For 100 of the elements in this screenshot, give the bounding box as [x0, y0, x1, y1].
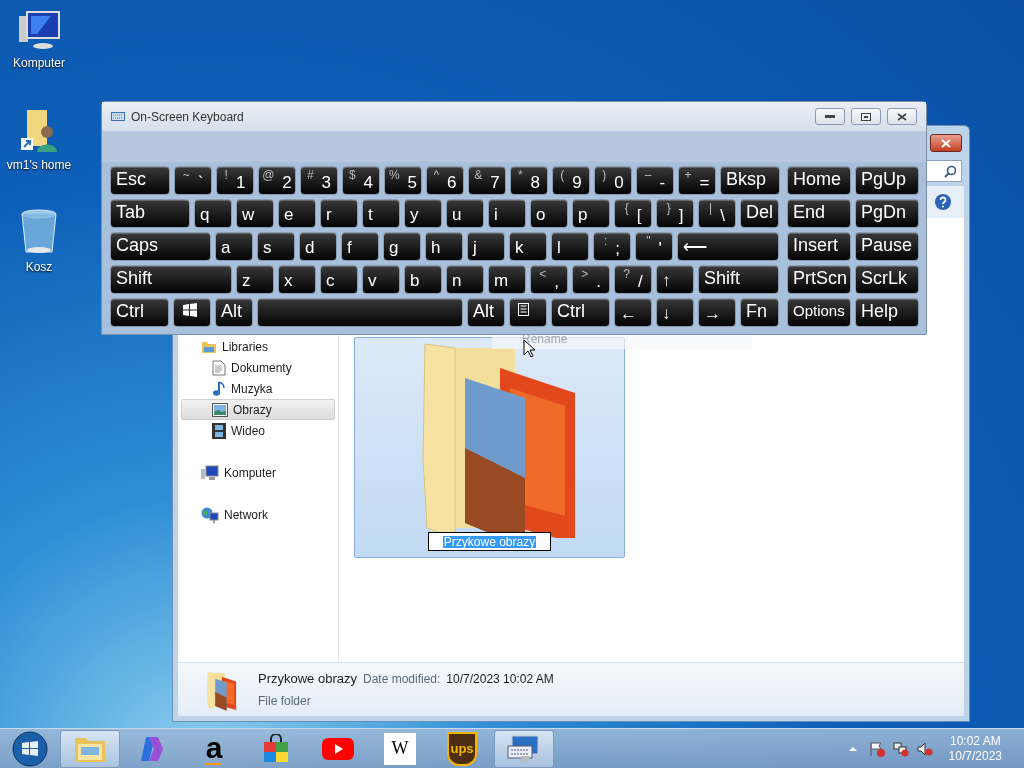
keyboard-key[interactable]: Tab	[110, 199, 190, 228]
keyboard-key[interactable]: e	[278, 199, 316, 228]
keyboard-key[interactable]: – -	[636, 166, 674, 195]
keyboard-key[interactable]: # 3	[300, 166, 338, 195]
keyboard-key[interactable]: ! 1	[216, 166, 254, 195]
start-button[interactable]	[12, 730, 48, 767]
keyboard-key[interactable]: Options	[787, 298, 851, 327]
keyboard-key[interactable]: $ 4	[342, 166, 380, 195]
computer-icon[interactable]	[17, 8, 61, 52]
nav-item[interactable]: Network	[181, 504, 335, 525]
keyboard-key[interactable]: →	[698, 298, 736, 327]
keyboard-key[interactable]: ScrLk	[855, 265, 919, 294]
flag-error-icon[interactable]	[868, 740, 885, 757]
keyboard-key[interactable]: > .	[572, 265, 610, 294]
keyboard-key[interactable]: z	[236, 265, 274, 294]
keyboard-key[interactable]: Insert	[787, 232, 851, 261]
keyboard-key[interactable]: & 7	[468, 166, 506, 195]
keyboard-key[interactable]: Shift	[698, 265, 779, 294]
keyboard-key[interactable]: ⟵	[677, 232, 779, 261]
keyboard-key[interactable]: ↑	[656, 265, 694, 294]
keyboard-key[interactable]: ? /	[614, 265, 652, 294]
keyboard-key[interactable]: Esc	[110, 166, 170, 195]
keyboard-key[interactable]: x	[278, 265, 316, 294]
taskbar-button[interactable]: ups	[432, 729, 492, 768]
keyboard-key[interactable]: Home	[787, 166, 851, 195]
keyboard-key[interactable]: j	[467, 232, 505, 261]
keyboard-key[interactable]: p	[572, 199, 610, 228]
keyboard-key[interactable]: c	[320, 265, 358, 294]
keyboard-key[interactable]: End	[787, 199, 851, 228]
keyboard-key[interactable]: ^ 6	[426, 166, 464, 195]
nav-item[interactable]: Komputer	[181, 462, 335, 483]
keyboard-key[interactable]: ~ `	[174, 166, 212, 195]
keyboard-key[interactable]: Caps	[110, 232, 211, 261]
keyboard-key[interactable]: Ctrl	[110, 298, 169, 327]
keyboard-key[interactable]: * 8	[510, 166, 548, 195]
keyboard-key[interactable]: @ 2	[258, 166, 296, 195]
keyboard-key[interactable]: k	[509, 232, 547, 261]
keyboard-key[interactable]: Shift	[110, 265, 232, 294]
keyboard-key[interactable]: Help	[855, 298, 919, 327]
keyboard-key[interactable]: i	[488, 199, 526, 228]
keyboard-key[interactable]: Del	[740, 199, 779, 228]
help-icon[interactable]	[934, 193, 952, 211]
windows-key[interactable]	[173, 298, 211, 327]
close-button[interactable]	[930, 134, 962, 152]
keyboard-key[interactable]: d	[299, 232, 337, 261]
nav-item[interactable]: Obrazy	[181, 399, 335, 420]
keyboard-key[interactable]: r	[320, 199, 358, 228]
keyboard-key[interactable]: f	[341, 232, 379, 261]
minimize-button[interactable]	[815, 108, 845, 125]
keyboard-key[interactable]: | \	[698, 199, 736, 228]
keyboard-key[interactable]: h	[425, 232, 463, 261]
nav-item[interactable]: Muzyka	[181, 378, 335, 399]
nav-item[interactable]: Wideo	[181, 420, 335, 441]
network-error-icon[interactable]	[892, 740, 909, 757]
keyboard-key[interactable]: < ,	[530, 265, 568, 294]
keyboard-key[interactable]: " '	[635, 232, 673, 261]
keyboard-key[interactable]: Bksp	[720, 166, 780, 195]
keyboard-key[interactable]: ↓	[656, 298, 694, 327]
taskbar-button[interactable]: a	[184, 729, 244, 768]
keyboard-key[interactable]: + =	[678, 166, 716, 195]
recycle-bin-icon[interactable]	[19, 208, 59, 256]
keyboard-key[interactable]: v	[362, 265, 400, 294]
keyboard-key[interactable]: } ]	[656, 199, 694, 228]
keyboard-key[interactable]: ( 9	[552, 166, 590, 195]
keyboard-key[interactable]: m	[488, 265, 526, 294]
keyboard-key[interactable]: o	[530, 199, 568, 228]
nav-item[interactable]: Libraries	[181, 336, 335, 357]
taskbar-button[interactable]	[494, 729, 554, 768]
keyboard-key[interactable]: l	[551, 232, 589, 261]
keyboard-key[interactable]: n	[446, 265, 484, 294]
keyboard-key[interactable]: y	[404, 199, 442, 228]
keyboard-key[interactable]: t	[362, 199, 400, 228]
speaker-muted-icon[interactable]	[916, 740, 933, 757]
menu-key[interactable]	[509, 298, 547, 327]
keyboard-key[interactable]: Fn	[740, 298, 779, 327]
keyboard-key[interactable]: ←	[614, 298, 652, 327]
taskbar-button[interactable]: W	[370, 729, 430, 768]
desktop-icon-label: Kosz	[25, 259, 53, 276]
keyboard-key[interactable]: Ctrl	[551, 298, 610, 327]
keyboard-key[interactable]: s	[257, 232, 295, 261]
keyboard-key[interactable]: : ;	[593, 232, 631, 261]
space-key[interactable]	[257, 298, 463, 327]
keyboard-key[interactable]: b	[404, 265, 442, 294]
keyboard-key[interactable]: PgUp	[855, 166, 919, 195]
keyboard-key[interactable]: Alt	[467, 298, 505, 327]
keyboard-key[interactable]: PgDn	[855, 199, 919, 228]
keyboard-key[interactable]: g	[383, 232, 421, 261]
keyboard-key[interactable]: q	[194, 199, 232, 228]
keyboard-key[interactable]: ) 0	[594, 166, 632, 195]
keyboard-key[interactable]: u	[446, 199, 484, 228]
keyboard-key[interactable]: Pause	[855, 232, 919, 261]
close-button[interactable]	[887, 108, 917, 125]
keyboard-key[interactable]: { [	[614, 199, 652, 228]
nav-item[interactable]: Dokumenty	[181, 357, 335, 378]
keyboard-key[interactable]: w	[236, 199, 274, 228]
restore-button[interactable]	[851, 108, 881, 125]
keyboard-key[interactable]: PrtScn	[787, 265, 851, 294]
keyboard-key[interactable]: % 5	[384, 166, 422, 195]
keyboard-key[interactable]: Alt	[215, 298, 253, 327]
keyboard-key[interactable]: a	[215, 232, 253, 261]
